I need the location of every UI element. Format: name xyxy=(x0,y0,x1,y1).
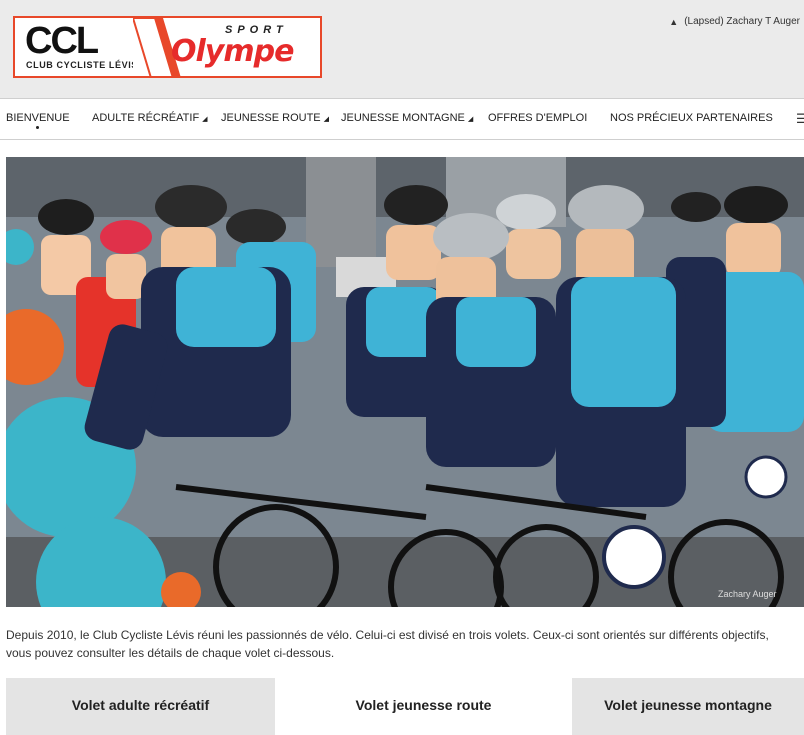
caret-down-icon: ◢ xyxy=(467,116,474,123)
tab-adulte-recreatif[interactable]: Volet adulte récréatif xyxy=(6,678,275,735)
nav-item-adulte-recreatif[interactable]: ADULTE RÉCRÉATIF ◢ xyxy=(92,112,208,124)
tab-jeunesse-montagne[interactable]: Volet jeunesse montagne xyxy=(572,678,804,735)
nav-item-partenaires[interactable]: NOS PRÉCIEUX PARTENAIRES xyxy=(610,112,773,124)
volet-tabs: Volet adulte récréatif Volet jeunesse ro… xyxy=(6,678,804,735)
photo-credit: Zachary Auger xyxy=(718,589,777,599)
user-account-link[interactable]: ▲ (Lapsed) Zachary T Auger xyxy=(669,16,800,27)
caret-down-icon: ◢ xyxy=(323,116,330,123)
site-logo[interactable]: CCL CLUB CYCLISTE LÉVIS SPORT Olympe xyxy=(13,16,322,78)
caret-down-icon: ◢ xyxy=(202,116,208,123)
sponsor-olympe-text: Olympe xyxy=(171,34,294,69)
nav-item-offres-emploi[interactable]: OFFRES D'EMPLOI xyxy=(488,112,587,124)
active-indicator xyxy=(36,126,39,129)
main-nav: BIENVENUE ADULTE RÉCRÉATIF ◢ JEUNESSE ROU… xyxy=(0,98,804,140)
cyclists-group-image: Zachary Auger xyxy=(6,157,804,607)
site-header: CCL CLUB CYCLISTE LÉVIS SPORT Olympe ▲ (… xyxy=(0,0,804,98)
logo-club-name: CLUB CYCLISTE LÉVIS xyxy=(26,60,138,70)
logo-ccl-text: CCL xyxy=(25,20,99,62)
user-icon: ▲ xyxy=(669,16,679,27)
hamburger-icon[interactable]: ☰ xyxy=(796,111,804,127)
tab-jeunesse-route[interactable]: Volet jeunesse route xyxy=(275,678,572,735)
sponsor-logo: SPORT Olympe xyxy=(133,16,322,78)
hero-photo: Zachary Auger xyxy=(6,157,804,607)
nav-item-bienvenue[interactable]: BIENVENUE xyxy=(6,112,70,124)
user-name: (Lapsed) Zachary T Auger xyxy=(684,16,800,27)
nav-item-jeunesse-montagne[interactable]: JEUNESSE MONTAGNE ◢ xyxy=(341,112,473,124)
intro-text: Depuis 2010, le Club Cycliste Lévis réun… xyxy=(6,628,769,660)
nav-item-jeunesse-route[interactable]: JEUNESSE ROUTE ◢ xyxy=(221,112,329,124)
